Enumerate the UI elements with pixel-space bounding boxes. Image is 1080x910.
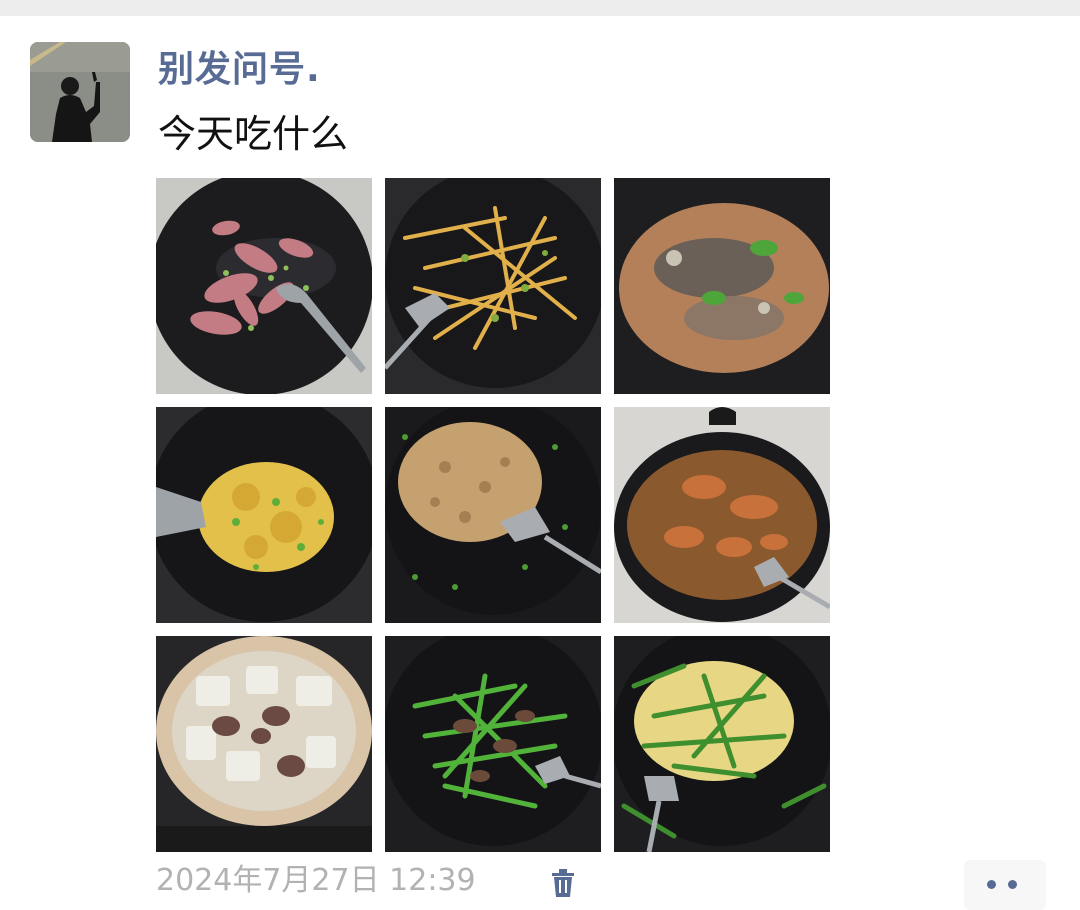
username[interactable]: 别发问号.	[158, 48, 321, 92]
braised-chicken-photo-icon	[614, 407, 830, 623]
more-dots-icon[interactable]	[964, 860, 1046, 910]
post-text: 今天吃什么	[158, 112, 349, 156]
photo-grid	[156, 178, 830, 852]
dish-photo-2[interactable]	[385, 178, 601, 394]
dish-photo-7[interactable]	[156, 636, 372, 852]
dot-icon	[1008, 880, 1017, 889]
trash-icon[interactable]	[550, 868, 576, 898]
dish-photo-8[interactable]	[385, 636, 601, 852]
scrambled-egg-photo-icon	[156, 407, 372, 623]
dish-photo-4[interactable]	[156, 407, 372, 623]
shredded-potato-photo-icon	[385, 178, 601, 394]
dot-icon	[987, 880, 996, 889]
minced-pork-photo-icon	[385, 407, 601, 623]
chive-beef-photo-icon	[385, 636, 601, 852]
top-bar	[0, 0, 1080, 16]
dish-photo-5[interactable]	[385, 407, 601, 623]
chive-egg-photo-icon	[614, 636, 830, 852]
radish-beef-soup-photo-icon	[156, 636, 372, 852]
dish-photo-9[interactable]	[614, 636, 830, 852]
timestamp: 2024年7月27日 12:39	[156, 863, 476, 898]
avatar[interactable]	[30, 42, 130, 142]
stir-fried-pork-photo-icon	[156, 178, 372, 394]
dish-photo-1[interactable]	[156, 178, 372, 394]
dish-photo-3[interactable]	[614, 178, 830, 394]
avatar-silhouette-icon	[30, 42, 130, 142]
dish-photo-6[interactable]	[614, 407, 830, 623]
braised-fish-photo-icon	[614, 178, 830, 394]
